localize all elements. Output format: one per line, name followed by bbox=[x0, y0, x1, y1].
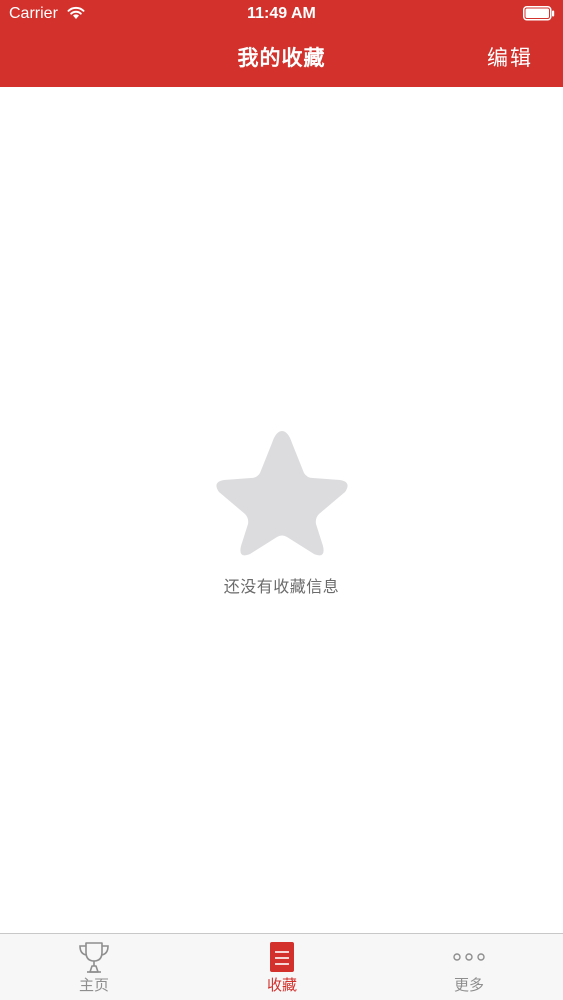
star-icon bbox=[215, 431, 348, 556]
tab-favorites-label: 收藏 bbox=[266, 976, 297, 994]
tab-favorites[interactable]: 收藏 bbox=[188, 934, 376, 1000]
document-icon bbox=[270, 942, 294, 972]
navigation-header: Carrier 11:49 AM 我的收藏 编辑 bbox=[0, 0, 563, 87]
status-time: 11:49 AM bbox=[247, 5, 316, 22]
edit-button[interactable]: 编辑 bbox=[487, 42, 533, 72]
battery-full-icon bbox=[523, 6, 555, 21]
empty-state: 还没有收藏信息 bbox=[0, 425, 563, 597]
trophy-icon bbox=[79, 942, 109, 973]
tab-bar: 主页 收藏 更多 bbox=[0, 933, 563, 1000]
tab-home-label: 主页 bbox=[78, 976, 109, 994]
status-bar: Carrier 11:49 AM bbox=[0, 0, 563, 30]
page-title: 我的收藏 bbox=[237, 46, 326, 70]
more-dots-icon bbox=[453, 953, 485, 961]
tab-home[interactable]: 主页 bbox=[0, 934, 188, 1000]
tab-more[interactable]: 更多 bbox=[375, 934, 563, 1000]
tab-more-label: 更多 bbox=[453, 976, 484, 994]
empty-message: 还没有收藏信息 bbox=[223, 577, 340, 596]
